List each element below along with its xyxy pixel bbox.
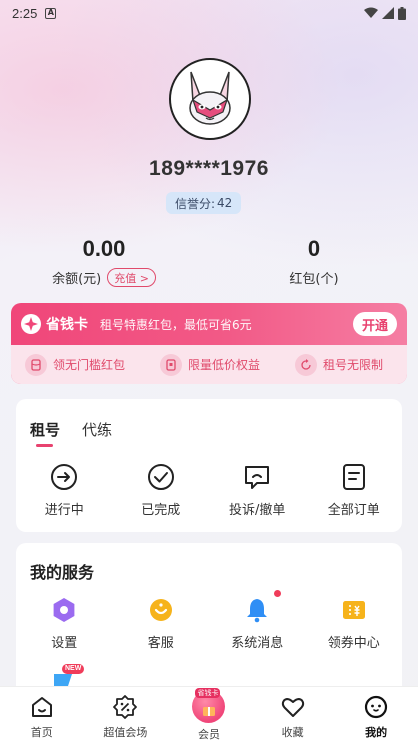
wifi-icon xyxy=(364,7,378,18)
redpacket-value: 0 xyxy=(307,236,321,261)
bell-icon xyxy=(243,590,282,624)
nav-label: 会员 xyxy=(197,728,220,741)
nav-home[interactable]: 首页 xyxy=(0,687,84,743)
redpacket-perk-icon xyxy=(25,353,47,376)
order-label: 全部订单 xyxy=(327,503,380,518)
avatar[interactable] xyxy=(169,58,251,140)
check-circle-icon xyxy=(147,463,175,491)
balance-stat[interactable]: 0.00 余额(元) 充值 > xyxy=(48,236,160,287)
service-messages[interactable]: 系统消息 xyxy=(209,590,306,651)
heart-icon xyxy=(281,698,304,717)
savings-card-logo-icon xyxy=(21,314,41,334)
nav-label: 我的 xyxy=(365,726,388,739)
settings-icon xyxy=(50,596,78,624)
service-coupon-center[interactable]: 领券中心 xyxy=(306,596,403,651)
perk-discount: 限量低价权益 xyxy=(159,353,260,376)
nav-label: 超值会场 xyxy=(103,726,148,739)
tab-rent-account[interactable]: 租号 xyxy=(30,419,60,447)
order-all[interactable]: 全部订单 xyxy=(306,463,403,518)
savings-card-title: 省钱卡 xyxy=(46,317,88,333)
discount-badge-icon xyxy=(113,695,138,719)
nav-label: 收藏 xyxy=(281,726,304,739)
redpacket-label: 红包(个) xyxy=(289,272,339,287)
new-badge: NEW xyxy=(62,664,85,674)
tab-boosting[interactable]: 代练 xyxy=(82,419,112,440)
vip-tag: 省钱卡 xyxy=(195,688,221,698)
coupon-icon xyxy=(340,596,368,624)
orders-card: 租号 代练 进行中 已完成 投诉/撤单 全部订单 xyxy=(16,399,402,532)
service-new-item[interactable]: NEW xyxy=(52,664,85,686)
order-label: 已完成 xyxy=(141,503,181,518)
status-bar: 2:25 A xyxy=(0,0,418,26)
credit-value: 42 xyxy=(217,196,233,210)
savings-card-description: 租号特惠红包，最低可省6元 xyxy=(100,317,252,332)
service-label: 设置 xyxy=(51,636,78,651)
service-label: 系统消息 xyxy=(231,636,284,651)
signal-icon xyxy=(382,7,394,19)
credit-label: 信誉分: xyxy=(175,196,216,211)
order-in-progress[interactable]: 进行中 xyxy=(16,463,113,518)
services-card: 我的服务 设置 客服 系统消息 领券中心 NEW xyxy=(16,543,402,703)
balance-label: 余额(元) xyxy=(52,272,102,287)
balance-value: 0.00 xyxy=(82,236,126,261)
status-icons xyxy=(364,6,406,20)
status-time: 2:25 xyxy=(12,5,38,21)
customer-service-icon xyxy=(147,596,175,624)
perk-label: 领无门槛红包 xyxy=(53,358,126,372)
phone-number: 189****1976 xyxy=(149,157,269,180)
order-label: 进行中 xyxy=(44,503,84,518)
nav-deals[interactable]: 超值会场 xyxy=(84,687,168,743)
unread-dot xyxy=(274,590,282,597)
credit-score-badge[interactable]: 信誉分: 42 xyxy=(166,192,242,214)
nav-label: 首页 xyxy=(30,726,53,739)
perk-unlimited: 租号无限制 xyxy=(294,353,383,376)
arrow-circle-icon xyxy=(50,463,78,491)
perk-label: 限量低价权益 xyxy=(187,358,260,372)
order-label: 投诉/撤单 xyxy=(229,503,286,518)
vip-gift-icon: 省钱卡 xyxy=(192,688,226,723)
perk-label: 租号无限制 xyxy=(322,358,383,372)
refresh-perk-icon xyxy=(294,353,317,376)
order-completed[interactable]: 已完成 xyxy=(113,463,210,518)
complaint-icon xyxy=(243,463,271,491)
recharge-button[interactable]: 充值 > xyxy=(107,268,156,287)
savings-card-banner[interactable]: 省钱卡 租号特惠红包，最低可省6元 开通 领无门槛红包 限量低价权益 租号无限制 xyxy=(11,303,407,384)
nav-favorites[interactable]: 收藏 xyxy=(251,687,335,743)
profile-face-icon xyxy=(365,695,388,719)
order-list-icon xyxy=(340,463,368,491)
service-customer-service[interactable]: 客服 xyxy=(113,596,210,651)
service-label: 领券中心 xyxy=(327,636,380,651)
discount-perk-icon xyxy=(159,353,182,376)
redpacket-stat[interactable]: 0 红包(个) xyxy=(262,236,366,287)
open-savings-card-button[interactable]: 开通 xyxy=(352,312,397,336)
services-title: 我的服务 xyxy=(30,563,95,582)
new-feature-icon xyxy=(54,674,72,686)
service-settings[interactable]: 设置 xyxy=(16,596,113,651)
fox-mascot-icon xyxy=(189,71,231,125)
bottom-nav: 首页 超值会场 省钱卡 会员 收藏 我的 xyxy=(0,686,418,743)
perk-redpacket: 领无门槛红包 xyxy=(25,353,126,376)
battery-icon xyxy=(398,6,406,20)
service-label: 客服 xyxy=(147,636,174,651)
nav-vip[interactable]: 省钱卡 会员 xyxy=(167,687,251,743)
home-icon xyxy=(31,697,52,717)
order-complaint[interactable]: 投诉/撤单 xyxy=(209,463,306,518)
nav-mine[interactable]: 我的 xyxy=(334,687,418,743)
notification-a-icon: A xyxy=(45,7,57,19)
